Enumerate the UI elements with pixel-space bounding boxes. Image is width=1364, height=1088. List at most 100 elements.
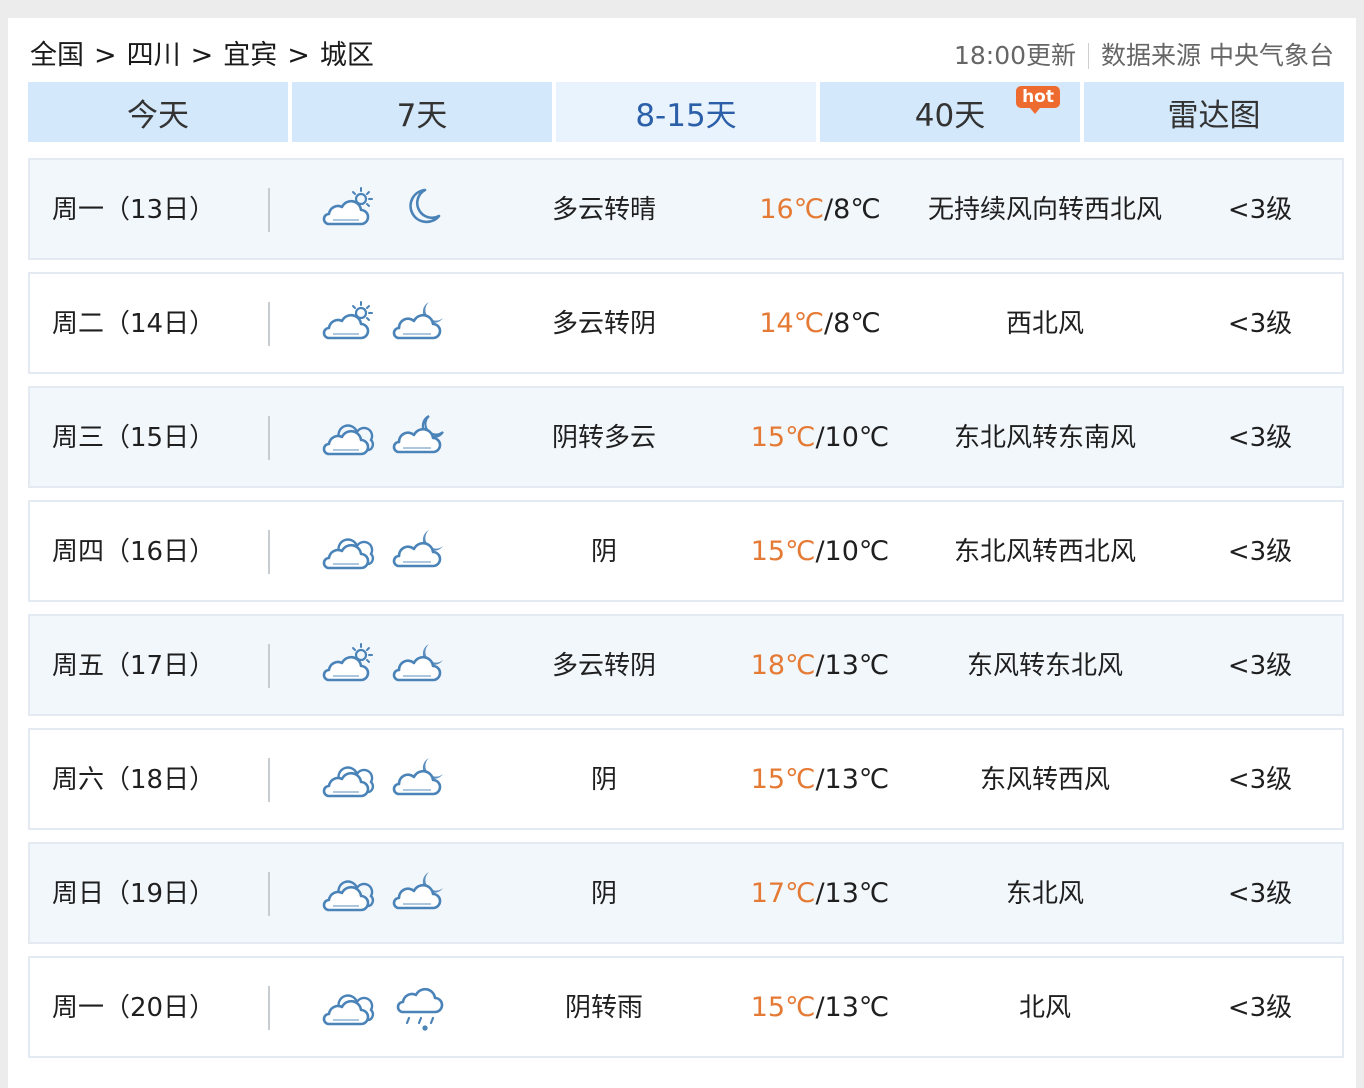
day-date: 周六（18日） <box>52 765 216 795</box>
day-row: 周四（16日） 阴 15℃/10℃ 东北风转西北风 <3级 <box>28 500 1344 602</box>
weather-icons <box>320 274 460 372</box>
temperature: 14℃/8℃ <box>720 274 920 372</box>
tab-radar[interactable]: 雷达图 <box>1084 82 1344 142</box>
tab-label: 雷达图 <box>1167 98 1261 134</box>
weather-icons <box>320 616 460 714</box>
wind-level: <3级 <box>1227 879 1293 909</box>
day-date: 周四（16日） <box>52 537 216 567</box>
breadcrumb-sichuan[interactable]: 四川 <box>127 40 181 71</box>
temp-separator: / <box>824 308 834 339</box>
day-date: 周三（15日） <box>52 423 216 453</box>
tab-40-days[interactable]: 40天 hot <box>820 82 1080 142</box>
row-divider <box>268 644 270 688</box>
row-divider <box>268 872 270 916</box>
temperature: 17℃/13℃ <box>720 844 920 942</box>
cloudy-night-icon <box>392 302 443 340</box>
wind-direction: 东风转东北风 <box>966 651 1123 681</box>
data-source: 数据来源 中央气象台 <box>1101 41 1334 70</box>
row-divider <box>268 758 270 802</box>
row-divider <box>268 986 270 1030</box>
rain-icon <box>396 987 444 1031</box>
day-date: 周二（14日） <box>52 309 216 339</box>
row-divider <box>268 416 270 460</box>
cloudy-night-icon <box>392 872 443 910</box>
temp-separator: / <box>824 194 834 225</box>
weather-description: 阴 <box>590 765 617 795</box>
partly-cloudy-day-icon <box>322 301 373 340</box>
temp-high: 15℃ <box>750 992 816 1023</box>
temp-separator: / <box>815 422 825 453</box>
temp-high: 14℃ <box>759 308 825 339</box>
cloudy-night-icon <box>392 530 443 568</box>
hot-badge: hot <box>1016 86 1060 114</box>
partly-cloudy-night-icon <box>392 415 444 454</box>
partly-cloudy-day-icon <box>322 187 373 226</box>
wind-direction: 东风转西风 <box>979 765 1110 795</box>
weather-icons <box>320 844 460 942</box>
temp-high: 17℃ <box>750 878 816 909</box>
moon-icon <box>409 188 441 224</box>
weather-description: 阴转雨 <box>564 993 643 1023</box>
day-row: 周日（19日） 阴 17℃/13℃ 东北风 <3级 <box>28 842 1344 944</box>
wind-direction: 西北风 <box>1005 309 1084 339</box>
wind-level: <3级 <box>1227 993 1293 1023</box>
temp-high: 15℃ <box>750 536 816 567</box>
weather-icons <box>320 958 460 1056</box>
wind-level: <3级 <box>1227 651 1293 681</box>
weather-panel: 全国 > 四川 > 宜宾 > 城区 18:00更新 数据来源 中央气象台 今天 7天 8-15… <box>8 18 1356 1088</box>
tab-label: 40天 <box>914 98 986 134</box>
weather-description: 多云转晴 <box>551 195 656 225</box>
temp-separator: / <box>815 536 825 567</box>
row-divider <box>268 302 270 346</box>
temp-low: 13℃ <box>824 764 890 795</box>
temp-low: 8℃ <box>833 194 881 225</box>
breadcrumb-separator: > <box>94 40 117 71</box>
weather-description: 阴转多云 <box>551 423 656 453</box>
day-row: 周二（14日） 多云转阴 14℃/8℃ 西北风 <3级 <box>28 272 1344 374</box>
temp-low: 13℃ <box>824 878 890 909</box>
temp-separator: / <box>815 878 825 909</box>
partly-cloudy-day-icon <box>322 643 373 682</box>
tab-label: 8-15天 <box>635 98 737 134</box>
meta-divider <box>1088 43 1090 69</box>
forecast-list: 周一（13日） 多云转晴 16℃/8℃ 无持续风向转西北风 <3级 周二（14日） 多云转阴… <box>28 158 1344 1070</box>
wind-direction: 北风 <box>1018 993 1071 1023</box>
breadcrumb: 全国 > 四川 > 宜宾 > 城区 <box>30 34 374 78</box>
weather-description: 阴 <box>590 879 617 909</box>
day-row: 周五（17日） 多云转阴 18℃/13℃ 东风转东北风 <3级 <box>28 614 1344 716</box>
wind-direction: 东北风 <box>1005 879 1084 909</box>
weather-icons <box>320 502 460 600</box>
wind-direction: 东北风转西北风 <box>953 537 1136 567</box>
weather-icons <box>320 730 460 828</box>
temperature: 15℃/10℃ <box>720 388 920 486</box>
temperature: 18℃/13℃ <box>720 616 920 714</box>
cloudy-icon <box>322 538 375 570</box>
tab-label: 7天 <box>396 98 448 134</box>
wind-level: <3级 <box>1227 537 1293 567</box>
tab-8-15-days[interactable]: 8-15天 <box>556 82 816 142</box>
wind-level: <3级 <box>1227 423 1293 453</box>
wind-direction: 东北风转东南风 <box>953 423 1136 453</box>
top-bar: 全国 > 四川 > 宜宾 > 城区 18:00更新 数据来源 中央气象台 <box>30 34 1334 78</box>
day-date: 周一（20日） <box>52 993 216 1023</box>
temp-low: 13℃ <box>824 992 890 1023</box>
temp-separator: / <box>815 992 825 1023</box>
day-date: 周五（17日） <box>52 651 216 681</box>
weather-icons <box>320 160 460 258</box>
wind-level: <3级 <box>1227 765 1293 795</box>
tab-7-days[interactable]: 7天 <box>292 82 552 142</box>
wind-level: <3级 <box>1227 309 1293 339</box>
temperature: 16℃/8℃ <box>720 160 920 258</box>
tab-today[interactable]: 今天 <box>28 82 288 142</box>
breadcrumb-separator: > <box>287 40 310 71</box>
breadcrumb-national[interactable]: 全国 <box>30 40 84 71</box>
temperature: 15℃/13℃ <box>720 958 920 1056</box>
cloudy-icon <box>322 880 375 912</box>
temp-high: 18℃ <box>750 650 816 681</box>
day-row: 周一（20日） 阴转雨 15℃/13℃ 北风 <3级 <box>28 956 1344 1058</box>
row-divider <box>268 188 270 232</box>
breadcrumb-yibin[interactable]: 宜宾 <box>223 40 277 71</box>
weather-description: 阴 <box>590 537 617 567</box>
day-row: 周一（13日） 多云转晴 16℃/8℃ 无持续风向转西北风 <3级 <box>28 158 1344 260</box>
temp-separator: / <box>815 764 825 795</box>
